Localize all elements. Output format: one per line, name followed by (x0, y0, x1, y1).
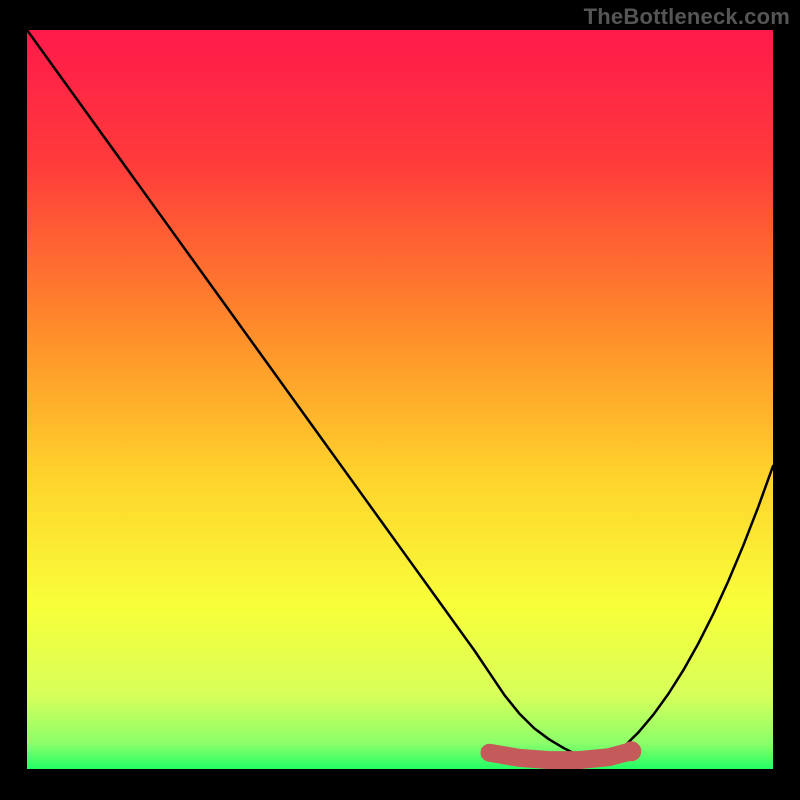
optimal-marker-end-dot (621, 741, 641, 761)
watermark-text: TheBottleneck.com (584, 4, 790, 30)
optimal-marker (490, 751, 632, 760)
chart-container: TheBottleneck.com (0, 0, 800, 800)
gradient-background (27, 30, 773, 769)
bottleneck-chart (0, 0, 800, 800)
